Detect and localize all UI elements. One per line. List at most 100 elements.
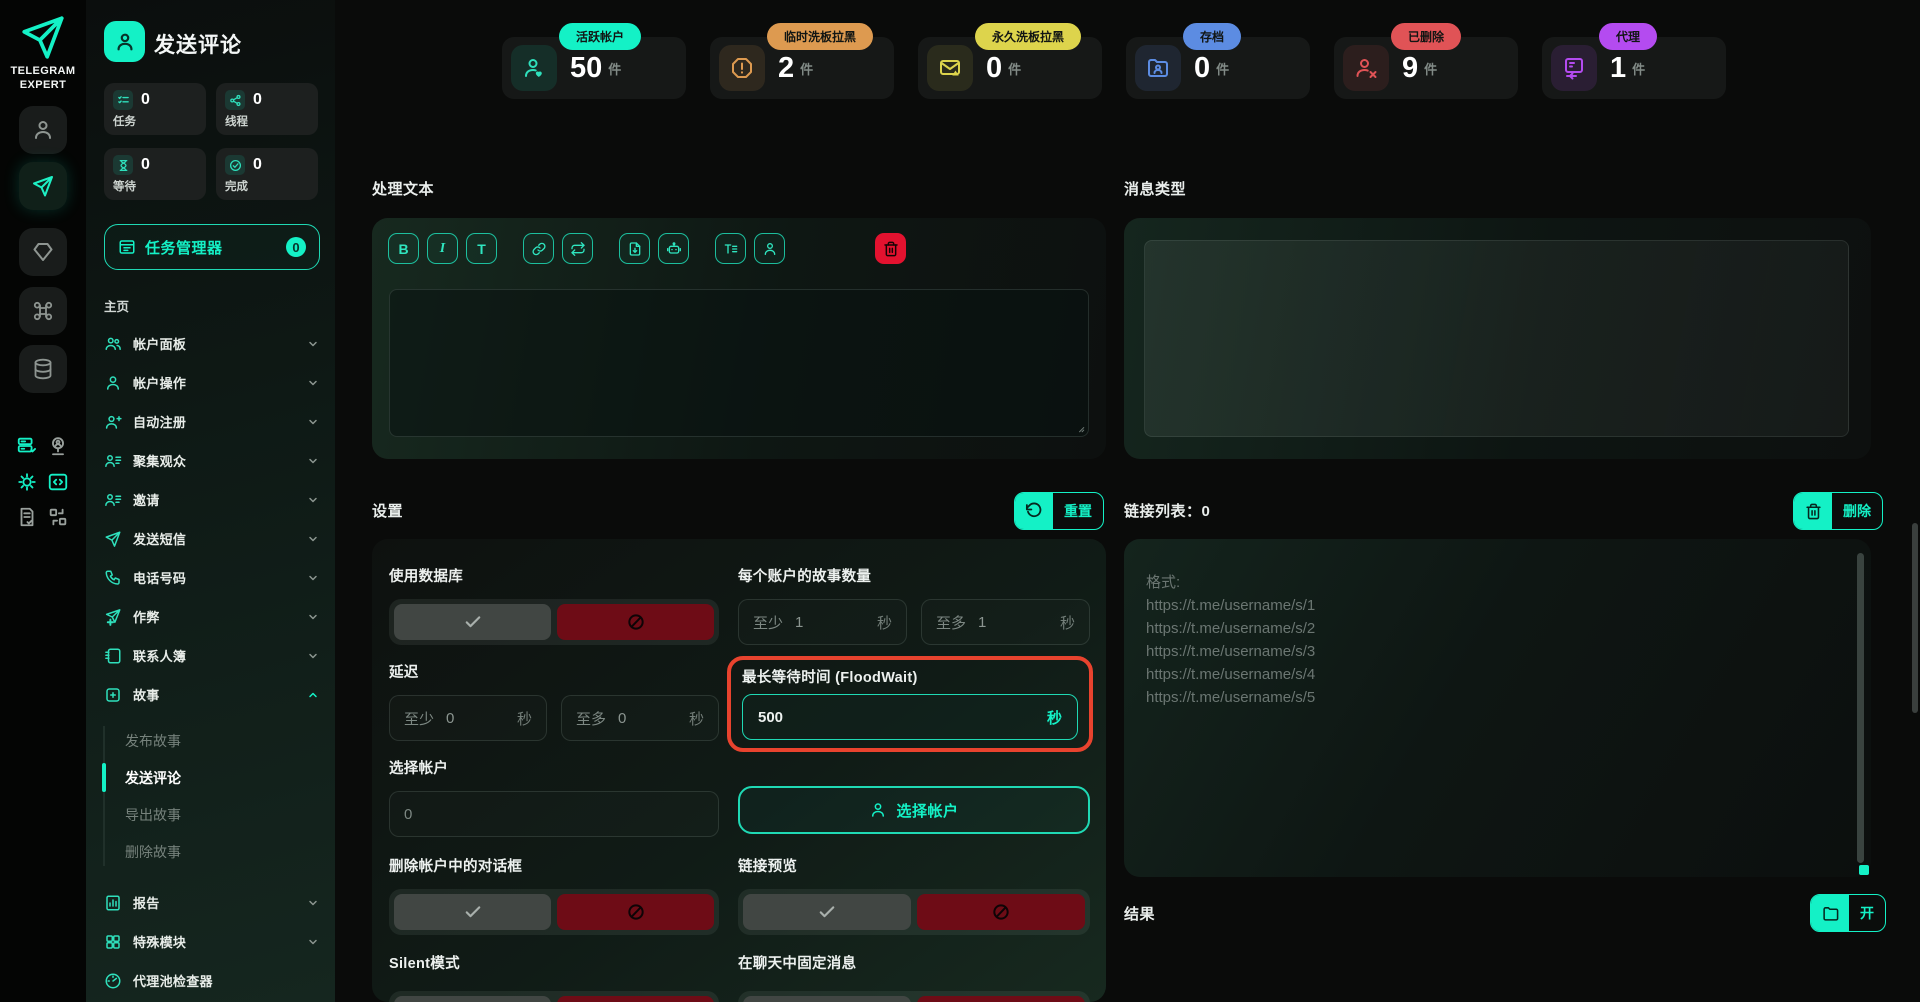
nav-item-account-panel[interactable]: 帐户面板 [86,324,335,363]
mention-person-button[interactable] [754,233,785,264]
use-database-no[interactable] [557,604,714,640]
person-icon [104,374,122,392]
task-manager-badge: 0 [286,237,306,257]
submenu-send-comments[interactable]: 发送评论 [86,759,335,796]
links-placeholder: 格式: https://t.me/username/s/1 https://t.… [1146,571,1315,709]
tasks-icon [113,90,133,110]
notebook-icon [104,647,122,665]
nav-item-contact-book[interactable]: 联系人簿 [86,636,335,675]
open-results-button[interactable]: 开 [1810,894,1886,932]
person-list-icon [104,452,122,470]
delay-max-input[interactable]: 至多0秒 [561,695,719,741]
results-title: 结果 [1124,903,1155,924]
gear-settings-icon[interactable] [15,470,39,494]
delay-min-input[interactable]: 至少0秒 [389,695,547,741]
archive-count: 0 [1194,52,1210,85]
person-plus-icon [104,413,122,431]
nav-list-bottom: 报告 特殊模块 代理池检查器 [86,883,335,1000]
nav-item-stories[interactable]: 故事 [86,675,335,714]
stories-per-account-label: 每个账户的故事数量 [738,565,1090,586]
deleted-count: 9 [1402,52,1418,85]
reset-button[interactable]: 重置 [1014,492,1104,530]
text-style-button[interactable]: T [466,233,497,264]
stories-min-input[interactable]: 至少1秒 [738,599,907,645]
modules-icon [104,933,122,951]
link-preview-no[interactable] [917,894,1085,930]
stories-submenu: 发布故事 发送评论 导出故事 删除故事 [86,722,335,870]
nav-item-reports[interactable]: 报告 [86,883,335,922]
task-manager-button[interactable]: 任务管理器 0 [104,224,320,270]
brand-name: TELEGRAMEXPERT [0,64,86,92]
submenu-publish-story[interactable]: 发布故事 [86,722,335,759]
delete-links-button[interactable]: 删除 [1793,492,1883,530]
text-template-button[interactable] [715,233,746,264]
document-check-icon[interactable] [15,505,39,529]
stories-max-input[interactable]: 至多1秒 [921,599,1090,645]
link-button[interactable] [523,233,554,264]
italic-button[interactable]: I [427,233,458,264]
nav-item-special-modules[interactable]: 特殊模块 [86,922,335,961]
pin-message-toggle [738,991,1090,1002]
archive-folder-icon [1135,45,1181,91]
chevron-down-icon [307,338,319,350]
person-heart-icon [511,45,557,91]
person-x-icon [1343,45,1389,91]
silent-mode-yes[interactable] [394,996,551,1002]
submenu-export-stories[interactable]: 导出故事 [86,796,335,833]
swap-modules-icon[interactable] [46,505,70,529]
nav-item-send-sms[interactable]: 发送短信 [86,519,335,558]
submenu-delete-stories[interactable]: 删除故事 [86,833,335,870]
delete-dialogs-label: 删除帐户中的对话框 [389,855,719,876]
process-textarea[interactable] [389,289,1089,437]
stat-card-tasks: 0 任务 [104,83,206,135]
webcam-person-icon[interactable] [46,434,70,458]
links-resize-handle[interactable] [1859,865,1869,875]
stat-card-waiting: 0 等待 [104,148,206,200]
threads-label: 线程 [225,113,309,129]
bold-button[interactable]: B [388,233,419,264]
account-count-input[interactable]: 0 [389,791,719,837]
server-check-icon[interactable] [15,434,39,458]
link-preview-yes[interactable] [743,894,911,930]
floodwait-highlight: 最长等待时间 (FloodWait) 500 秒 [727,656,1093,752]
repeat-button[interactable] [562,233,593,264]
rail-accounts-button[interactable] [19,106,67,154]
rail-send-button[interactable] [19,162,67,210]
silent-mode-toggle [389,991,719,1002]
silent-mode-no[interactable] [557,996,714,1002]
stat-card-done: 0 完成 [216,148,318,200]
rail-command-button[interactable] [19,287,67,335]
window-scrollbar[interactable] [1912,523,1918,713]
nav-item-account-actions[interactable]: 帐户操作 [86,363,335,402]
nav-item-invite[interactable]: 邀请 [86,480,335,519]
clear-text-button[interactable] [875,233,906,264]
nav-item-cheat[interactable]: 作弊 [86,597,335,636]
rail-database-button[interactable] [19,345,67,393]
floodwait-input[interactable]: 500 秒 [742,694,1078,740]
reset-icon [1015,493,1053,529]
delete-dialogs-yes[interactable] [394,894,551,930]
bot-button[interactable] [658,233,689,264]
message-type-dropzone[interactable] [1144,240,1849,437]
select-account-button[interactable]: 选择帐户 [738,786,1090,834]
pin-message-no[interactable] [917,996,1085,1002]
code-window-icon[interactable] [46,470,70,494]
nav-item-auto-register[interactable]: 自动注册 [86,402,335,441]
links-textarea[interactable]: 格式: https://t.me/username/s/1 https://t.… [1124,539,1871,877]
icon-rail: TELEGRAMEXPERT [0,0,86,1002]
pin-message-yes[interactable] [743,996,911,1002]
nav-item-gather-audience[interactable]: 聚集观众 [86,441,335,480]
nav-item-proxy-checker[interactable]: 代理池检查器 [86,961,335,1000]
rail-premium-button[interactable] [19,228,67,276]
threads-count: 0 [253,91,262,109]
file-insert-button[interactable] [619,233,650,264]
done-count: 0 [253,156,262,174]
links-scrollbar[interactable] [1857,553,1864,863]
card-archive: 存档 0 件 [1126,37,1310,99]
use-database-yes[interactable] [394,604,551,640]
gauge-icon [104,972,122,990]
delete-dialogs-no[interactable] [557,894,714,930]
nav-item-phone-numbers[interactable]: 电话号码 [86,558,335,597]
nav-list: 帐户面板 帐户操作 自动注册 聚集观众 邀请 [86,324,335,714]
resize-grip-icon[interactable] [1075,423,1085,433]
